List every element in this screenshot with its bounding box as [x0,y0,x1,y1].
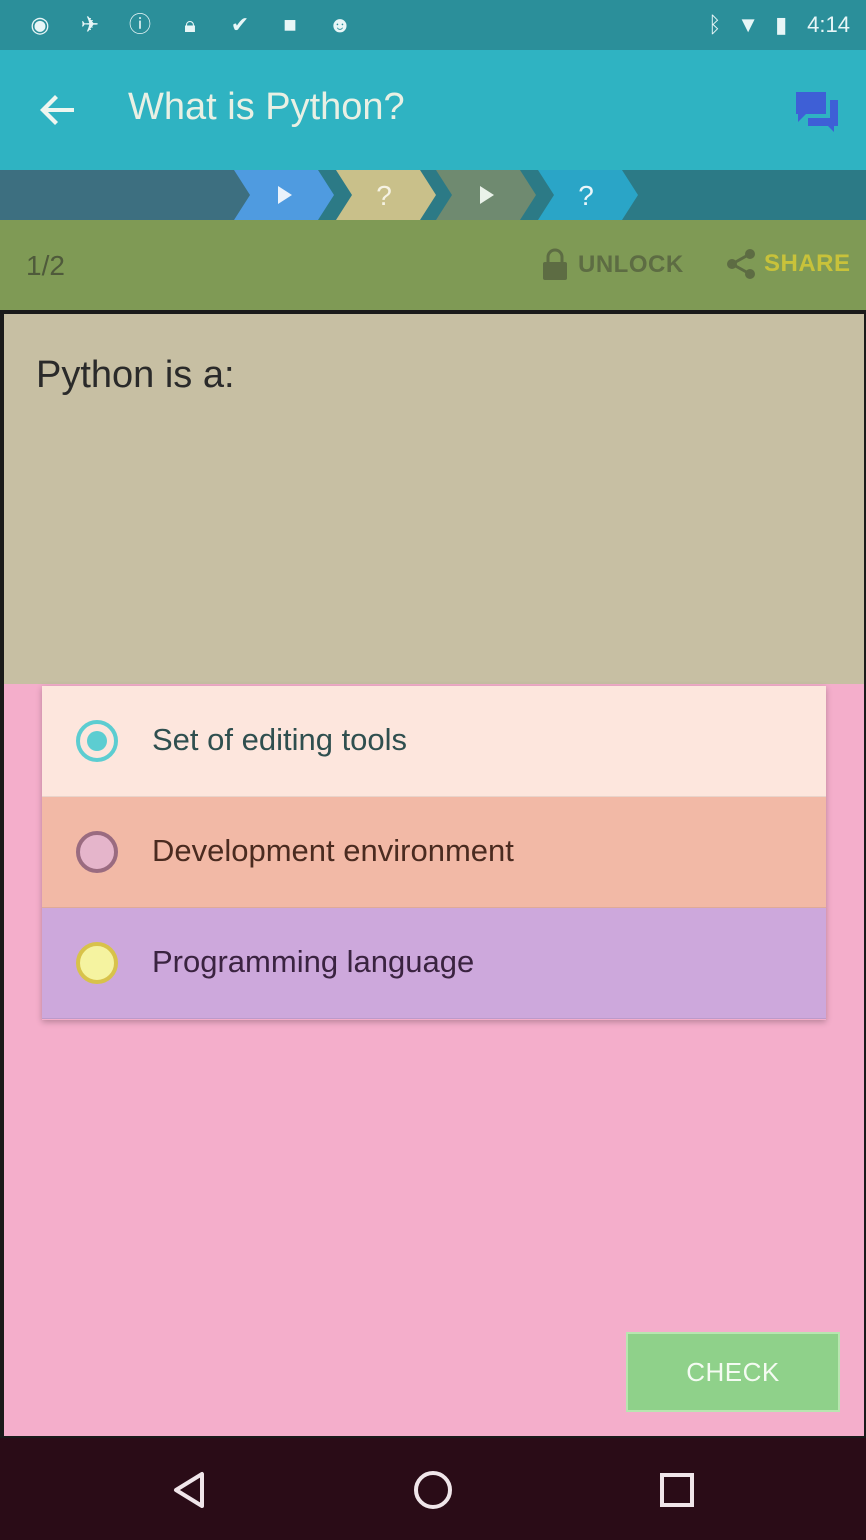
step-3-play[interactable] [436,170,536,220]
bluetooth-icon: ᛒ [708,12,722,37]
nav-back-icon[interactable] [168,1468,212,1512]
app-bar: What is Python? [0,50,866,170]
question-card: Python is a: [4,314,864,684]
battery-icon: ▮ [775,12,788,37]
status-bar: ◉ ✈ ⓘ 🔒︎ ✔ ■ ☻ ᛒ ▼ ▮ 4:14 [0,0,866,50]
status-time: 4:14 [807,12,850,37]
status-left-icons: ◉ ✈ ⓘ 🔒︎ ✔ ■ ☻ [24,8,356,42]
option-programming-language[interactable]: Programming language [42,908,826,1019]
fake-gps-icon: ✈ [80,12,100,37]
info-icon: ⓘ [128,12,151,37]
system-nav-bar [0,1438,866,1540]
status-right-icons: ᛒ ▼ ▮ 4:14 [708,8,850,42]
answer-options: Set of editing tools Development environ… [42,686,826,1020]
share-icon [727,249,755,279]
step-4-question[interactable]: ? [538,170,638,220]
lesson-meta-bar: 1/2 UNLOCK SHARE [0,220,866,310]
lock-icon [543,248,567,280]
nav-home-icon[interactable] [411,1468,455,1512]
android-icon: ☻ [328,12,352,37]
option-label: Set of editing tools [152,722,408,757]
steps-progress-fill [0,170,250,220]
page-title: What is Python? [128,86,405,128]
lesson-steps: ? ? [0,170,866,220]
check-button[interactable]: CHECK [626,1332,840,1412]
chat-bubbles-icon[interactable] [792,86,842,136]
share-label: SHARE [764,250,851,277]
record-icon: ◉ [30,12,50,37]
option-development-environment[interactable]: Development environment [42,797,826,908]
radio-unselected-icon[interactable] [76,831,118,873]
step-2-question[interactable]: ? [336,170,436,220]
radio-selected-icon[interactable] [76,720,118,762]
unlock-button[interactable]: UNLOCK [540,248,684,282]
svg-text:?: ? [578,180,594,211]
question-text: Python is a: [36,354,235,396]
briefcase-check-icon: ✔ [230,12,250,37]
step-1-play[interactable] [234,170,334,220]
nav-recents-icon[interactable] [655,1468,699,1512]
arrow-back-icon[interactable] [30,82,86,138]
option-label: Programming language [152,944,475,979]
radio-unselected-icon[interactable] [76,942,118,984]
briefcase-icon: ■ [283,12,297,37]
unlock-label: UNLOCK [578,251,684,278]
wifi-icon: ▼ [737,12,760,37]
svg-text:?: ? [376,180,392,211]
option-label: Development environment [152,833,514,868]
page-counter: 1/2 [26,250,65,281]
share-button[interactable]: SHARE [726,248,851,280]
lock-icon: 🔒︎ [184,12,196,37]
option-set-of-editing-tools[interactable]: Set of editing tools [42,686,826,797]
